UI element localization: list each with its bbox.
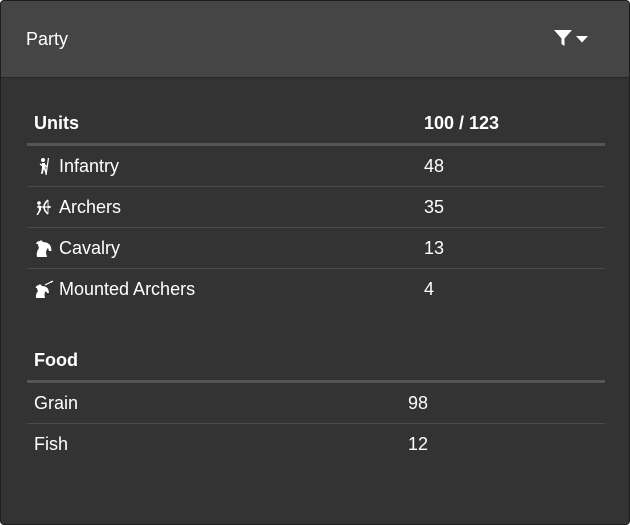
unit-name: Infantry [59,155,120,176]
mounted-archer-icon [34,279,54,299]
unit-name-cell: Mounted Archers [27,269,417,310]
panel-header: Party [1,1,629,78]
unit-count: 13 [417,227,605,269]
unit-count: 4 [424,278,435,299]
table-row: Cavalry 13 [27,227,605,269]
table-row: Mounted Archers 4 [27,269,605,310]
food-header-label: Food [27,340,401,383]
unit-name: Cavalry [59,237,121,258]
food-amount: 98 [401,381,605,424]
table-row: Infantry 48 [27,144,605,187]
unit-name-cell: Archers [27,186,417,228]
food-header-value [401,340,605,383]
food-name: Fish [34,433,69,454]
archer-icon [34,197,54,217]
caret-down-icon [576,36,588,43]
panel-title: Party [26,29,69,49]
units-header-total: 100 / 123 [417,103,605,146]
cavalry-icon [34,238,54,258]
food-amount: 12 [408,433,429,454]
food-table: Food Grain 98 Fish 12 [27,340,605,464]
unit-name: Mounted Archers [59,278,196,299]
table-row: Fish 12 [27,424,605,465]
party-panel: Party Units 100 / 123 Infantry 48 Archer… [0,0,630,525]
unit-name-cell: Infantry [27,144,417,187]
unit-count: 48 [417,144,605,187]
units-header-row: Units 100 / 123 [27,103,605,146]
food-name: Grain [27,381,401,424]
unit-count: 35 [417,186,605,228]
units-table: Units 100 / 123 Infantry 48 Archers 35 C… [27,103,605,309]
food-header-row: Food [27,340,605,383]
units-header-label: Units [27,103,417,146]
unit-name-cell: Cavalry [27,227,417,269]
unit-name: Archers [59,196,122,217]
filter-icon [554,30,572,46]
infantry-icon [34,156,54,176]
table-row: Archers 35 [27,186,605,228]
table-row: Grain 98 [27,381,605,424]
filter-dropdown-button[interactable] [549,25,593,53]
